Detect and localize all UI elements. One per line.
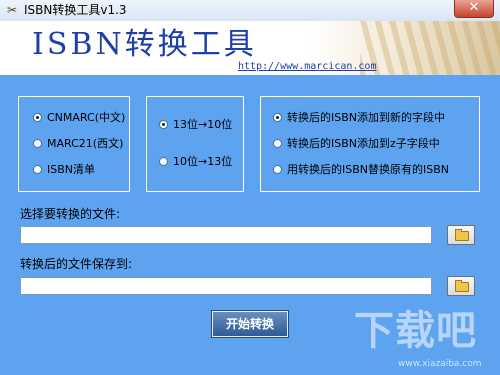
radio-13-to-10[interactable]: 13位→10位 [159,118,232,131]
radio-label: MARC21(西文) [47,137,124,150]
tools-icon: ✂ [6,3,18,17]
mode-group: 转换后的ISBN添加到新的字段中 转换后的ISBN添加到z子字段中 用转换后的I… [260,96,480,192]
direction-group: 13位→10位 10位→13位 [146,96,244,192]
radio-add-z-subfield[interactable]: 转换后的ISBN添加到z子字段中 [273,137,440,150]
start-convert-button[interactable]: 开始转换 [212,311,288,337]
radio-marc21[interactable]: MARC21(西文) [33,137,123,150]
radio-isbn-list[interactable]: ISBN清单 [33,163,95,176]
watermark-url: www.xiazaiba.com [398,359,482,369]
radio-button-checked[interactable] [159,120,168,129]
input-file-label: 选择要转换的文件: [20,207,121,221]
radio-button[interactable] [273,165,282,174]
folder-icon [455,229,469,241]
radio-10-to-13[interactable]: 10位→13位 [159,155,232,168]
format-group: CNMARC(中文) MARC21(西文) ISBN清单 [18,96,130,192]
browse-input-button[interactable] [447,225,475,245]
radio-button[interactable] [273,139,282,148]
banner-bookshelf-image [360,21,500,75]
browse-output-button[interactable] [447,276,475,296]
banner: ISBN转换工具 http://www.marcican.com [0,21,500,75]
radio-button-checked[interactable] [273,113,282,122]
radio-button[interactable] [33,165,42,174]
website-link[interactable]: http://www.marcican.com [238,61,376,73]
banner-title: ISBN转换工具 [32,27,257,62]
radio-button[interactable] [33,139,42,148]
radio-label: 用转换后的ISBN替换原有的ISBN [287,163,450,176]
title-bar: ✂ ISBN转换工具v1.3 ✕ [0,0,500,22]
window-title: ISBN转换工具v1.3 [24,3,127,17]
radio-button[interactable] [159,157,168,166]
radio-label: 转换后的ISBN添加到新的字段中 [287,111,446,124]
radio-label: 转换后的ISBN添加到z子字段中 [287,137,440,150]
radio-add-new-field[interactable]: 转换后的ISBN添加到新的字段中 [273,111,445,124]
radio-label: ISBN清单 [47,163,96,176]
app-window: ✂ ISBN转换工具v1.3 ✕ ISBN转换工具 http://www.mar… [0,0,500,375]
radio-label: 10位→13位 [173,155,233,168]
folder-icon [455,280,469,292]
radio-label: CNMARC(中文) [47,111,126,124]
radio-replace-isbn[interactable]: 用转换后的ISBN替换原有的ISBN [273,163,449,176]
watermark: 下载吧 www.xiazaiba.com [354,307,494,373]
input-file-field[interactable] [20,226,432,244]
output-file-label: 转换后的文件保存到: [20,257,133,271]
radio-cnmarc[interactable]: CNMARC(中文) [33,111,125,124]
watermark-text: 下载吧 [354,308,477,354]
radio-label: 13位→10位 [173,118,233,131]
radio-button-checked[interactable] [33,113,42,122]
close-button[interactable]: ✕ [454,0,494,18]
output-file-field[interactable] [20,277,432,295]
